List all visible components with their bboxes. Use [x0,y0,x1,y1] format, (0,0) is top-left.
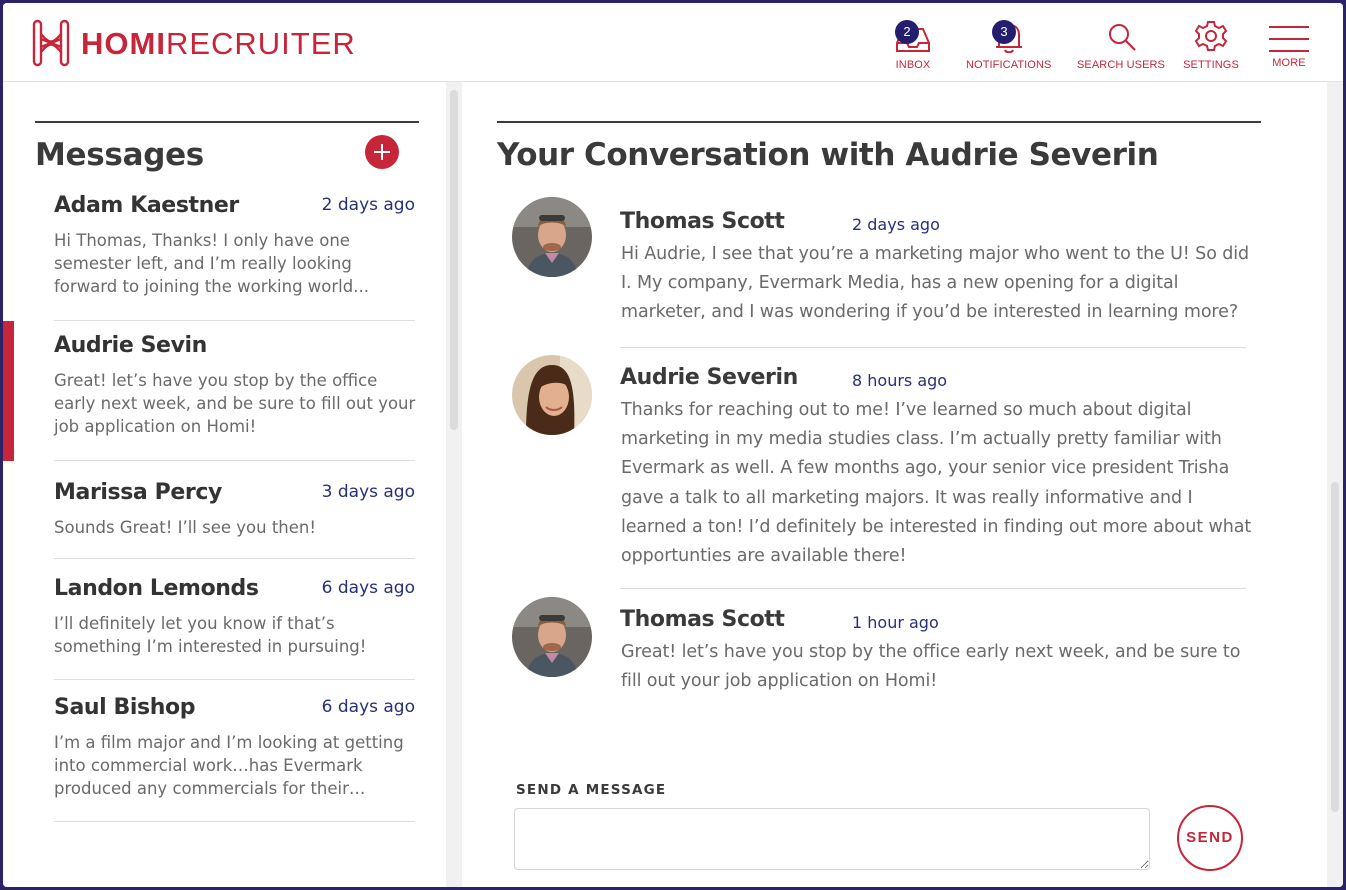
thread-item[interactable]: Adam Kaestner 2 days ago Hi Thomas, Than… [54,193,415,321]
active-thread-indicator [3,321,14,461]
thread-preview: I’ll definitely let you know if that’s s… [54,614,367,656]
thread-item[interactable]: Marissa Percy 3 days ago Sounds Great! I… [54,480,415,559]
notifications-badge: 3 [992,20,1016,44]
nav-more-label: MORE [1272,57,1306,69]
messages-title: Messages [35,137,204,173]
avatar-thomas-scott[interactable] [512,197,592,277]
thread-time: 6 days ago [321,578,415,598]
conversation-scrollbar[interactable] [1327,82,1343,887]
nav-notifications[interactable]: 3 NOTIFICATIONS [966,19,1051,71]
nav-more[interactable]: MORE [1267,19,1311,69]
nav-settings[interactable]: SETTINGS [1183,19,1239,71]
thread-name: Adam Kaestner [54,193,239,218]
message-author: Thomas Scott [620,607,785,632]
thread-name: Audrie Sevin [54,333,207,358]
nav-search-users-label: SEARCH USERS [1077,59,1165,71]
thread-preview: Hi Thomas, Thanks! I only have one semes… [54,231,369,296]
avatar-thomas-scott[interactable] [512,597,592,677]
message-author: Thomas Scott [620,209,785,234]
message-time: 1 hour ago [852,613,939,632]
message-time: 2 days ago [852,215,940,234]
logo-text: HOMIRECRUITER [81,28,356,59]
logo-mark-icon [32,19,70,67]
message-body: Great! let’s have you stop by the office… [621,642,1241,692]
message-divider [620,588,1246,589]
thread-item[interactable]: Landon Lemonds 6 days ago I’ll definitel… [54,576,415,680]
thread-time: 2 days ago [321,195,415,215]
nav-settings-label: SETTINGS [1183,59,1239,71]
app-window: HOMIRECRUITER 2 INBOX 3 NOTIFICATIONS SE… [3,3,1343,887]
search-icon [1109,24,1136,51]
thread-name: Landon Lemonds [54,576,259,601]
message-body: Thanks for reaching out to me! I’ve lear… [621,400,1252,567]
avatar-audrie-severin[interactable] [512,355,592,435]
thread-item-active[interactable]: Audrie Sevin Great! let’s have you stop … [54,333,415,461]
message-body: Hi Audrie, I see that you’re a marketing… [621,244,1250,323]
inbox-badge: 2 [895,20,919,44]
nav-inbox-label: INBOX [895,59,931,71]
top-bar: HOMIRECRUITER 2 INBOX 3 NOTIFICATIONS SE… [3,3,1343,82]
logo-text-bold: HOMI [81,25,166,61]
nav-notifications-label: NOTIFICATIONS [966,59,1052,71]
message-divider [620,347,1246,348]
conversation-scrollbar-thumb[interactable] [1331,482,1339,812]
logo-text-light: RECRUITER [165,25,356,61]
thread-name: Marissa Percy [54,480,222,505]
gear-icon [1194,21,1228,51]
message-time: 8 hours ago [852,371,948,390]
thread-preview: Great! let’s have you stop by the office… [54,371,416,436]
send-message-label: SEND A MESSAGE [516,782,667,798]
thread-item[interactable]: Saul Bishop 6 days ago I’m a film major … [54,695,415,822]
thread-time: 3 days ago [321,482,415,502]
thread-preview: Sounds Great! I’ll see you then! [54,518,316,537]
message-author: Audrie Severin [620,365,798,390]
new-message-button[interactable] [365,135,399,169]
thread-time: 6 days ago [321,697,415,717]
nav-inbox[interactable]: 2 INBOX [893,19,933,71]
thread-name: Saul Bishop [54,695,196,720]
thread-preview: I’m a film major and I’m looking at gett… [54,733,404,798]
messages-scrollbar-thumb[interactable] [450,90,458,430]
hamburger-icon [1269,26,1309,52]
conversation-title-rule [497,121,1261,123]
conversation-title: Your Conversation with Audrie Severin [497,137,1159,173]
send-button[interactable]: SEND [1177,805,1243,871]
nav-search-users[interactable]: SEARCH USERS [1077,19,1165,71]
messages-scrollbar[interactable] [446,82,462,887]
messages-title-rule [35,121,419,123]
message-input[interactable] [514,808,1150,870]
logo[interactable]: HOMIRECRUITER [31,17,356,69]
